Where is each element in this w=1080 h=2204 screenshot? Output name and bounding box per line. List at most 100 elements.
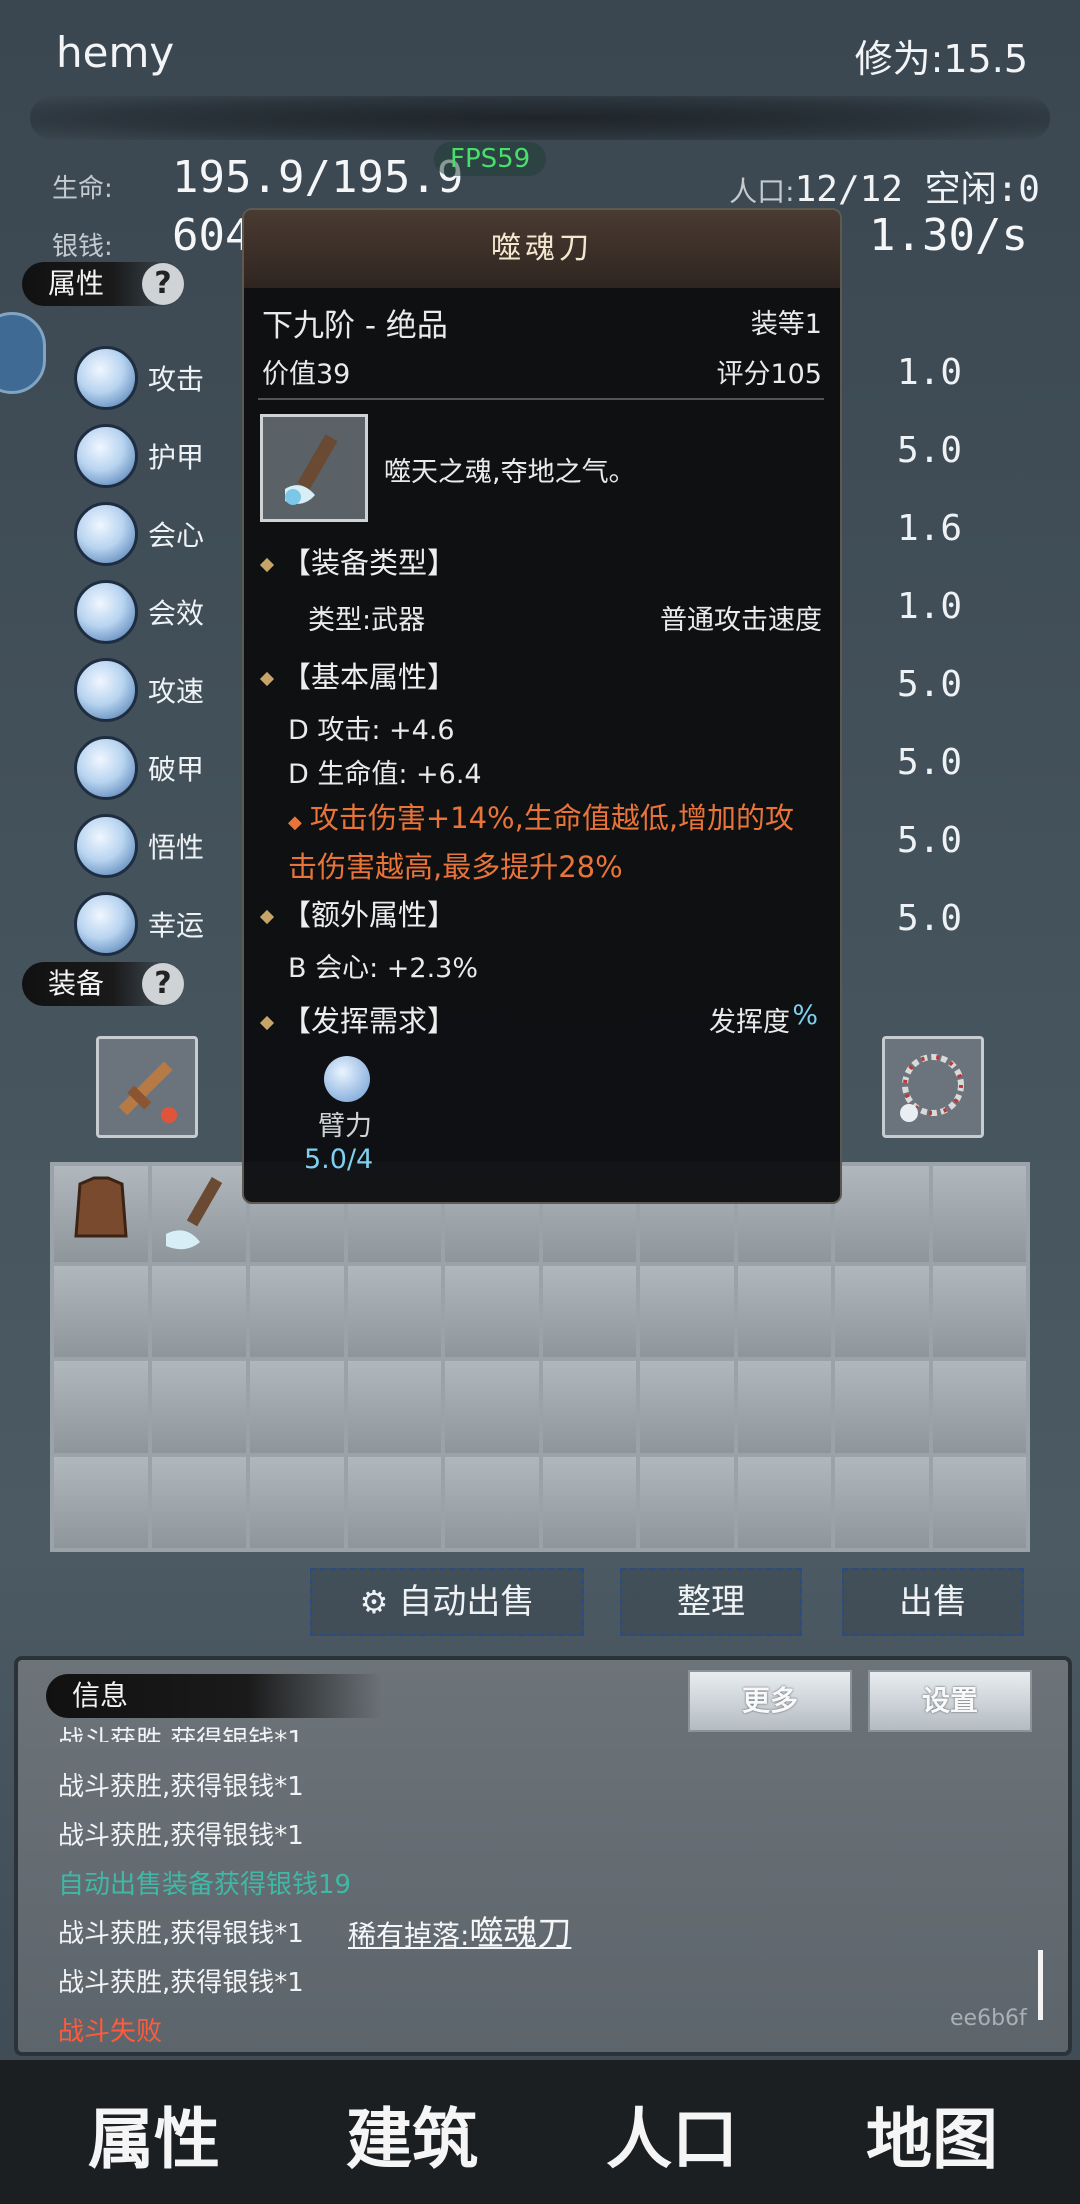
- nav-population[interactable]: 人口: [606, 2086, 738, 2182]
- prayer-beads-icon: [900, 1054, 964, 1122]
- tooltip-extra-crit: B 会心: +2.3%: [288, 953, 479, 984]
- diamond-icon: [259, 1015, 275, 1031]
- equipment-help-icon[interactable]: ?: [142, 963, 184, 1005]
- inventory-slot[interactable]: [735, 1359, 833, 1455]
- inventory-slot[interactable]: [52, 1264, 150, 1360]
- inventory-slot[interactable]: [540, 1264, 638, 1360]
- inventory-slot[interactable]: [833, 1359, 931, 1455]
- inventory-slot[interactable]: [930, 1454, 1028, 1550]
- tooltip-value: 价值39: [262, 359, 351, 390]
- diamond-icon: [259, 557, 275, 573]
- diamond-icon: [259, 671, 275, 687]
- population-label: 人口:: [729, 175, 795, 208]
- tooltip-basic-life: D 生命值: +6.4: [288, 759, 482, 790]
- equip-slot-weapon[interactable]: [96, 1036, 198, 1138]
- inventory-slot[interactable]: [833, 1264, 931, 1360]
- target-icon: [74, 502, 138, 566]
- equip-slot-accessory[interactable]: [882, 1036, 984, 1138]
- inventory-slot[interactable]: [150, 1454, 248, 1550]
- inventory-slot[interactable]: [540, 1359, 638, 1455]
- inventory-slot[interactable]: [930, 1164, 1028, 1264]
- message-line: 战斗获胜,获得银钱*1: [58, 1968, 304, 1998]
- message-line: 战斗获胜,获得银钱*1: [58, 1821, 304, 1851]
- attribute-value: 1.0: [896, 352, 962, 393]
- req-value: 5.0/4: [304, 1144, 374, 1175]
- inventory-slot[interactable]: [443, 1454, 541, 1550]
- inventory-slot[interactable]: [345, 1454, 443, 1550]
- inventory-slot[interactable]: [345, 1264, 443, 1360]
- rate-value: 1.30/s: [869, 210, 1028, 261]
- sec-requirements-label: 【发挥需求】: [282, 1004, 457, 1038]
- item-tooltip: 噬魂刀 下九阶 - 绝品 装等1 价值39 评分105 噬天之魂,夺地之气。 【…: [242, 208, 842, 1204]
- inventory-slot[interactable]: [638, 1264, 736, 1360]
- tooltip-score: 评分105: [716, 359, 822, 390]
- auto-sell-button[interactable]: ⚙ 自动出售: [310, 1568, 584, 1636]
- inventory-slot[interactable]: [540, 1454, 638, 1550]
- population-value: 12/12 空闲:0: [794, 169, 1040, 210]
- wooden-sword-icon: [118, 1061, 177, 1123]
- tooltip-special-text: 攻击伤害+14%,生命值越低,增加的攻击伤害越高,最多提升28%: [288, 801, 795, 884]
- message-line: 自动出售装备获得银钱19: [58, 1870, 352, 1900]
- tooltip-divider: [258, 398, 824, 400]
- message-line: 战斗失败: [58, 2017, 163, 2047]
- orange-diamond-icon: ◆: [288, 812, 302, 833]
- inventory-slot[interactable]: [833, 1454, 931, 1550]
- stat-label: 悟性: [148, 831, 205, 864]
- inventory-slot[interactable]: [52, 1359, 150, 1455]
- sec-extra-attrs-label: 【额外属性】: [282, 898, 457, 932]
- inventory-slot[interactable]: [443, 1264, 541, 1360]
- sec-equip-type: 【装备类型】: [259, 540, 457, 582]
- ink-divider: [30, 96, 1050, 140]
- stat-label: 攻击: [148, 363, 205, 396]
- sort-button[interactable]: 整理: [620, 1568, 802, 1636]
- sword-icon: [74, 346, 138, 410]
- inventory-slot[interactable]: [150, 1264, 248, 1360]
- speed-icon: [74, 658, 138, 722]
- inventory-slot[interactable]: [833, 1164, 931, 1264]
- more-button[interactable]: 更多: [688, 1670, 852, 1732]
- level-badge[interactable]: [0, 312, 46, 394]
- inventory-slot[interactable]: [248, 1264, 346, 1360]
- stat-label: 破甲: [148, 753, 205, 786]
- star-icon: [74, 814, 138, 878]
- stat-label: 会心: [148, 519, 205, 552]
- inventory-slot[interactable]: [930, 1264, 1028, 1360]
- inventory-slot[interactable]: [150, 1359, 248, 1455]
- inventory-slot[interactable]: [638, 1359, 736, 1455]
- inventory-slot[interactable]: [52, 1164, 150, 1264]
- inventory-slot[interactable]: [248, 1359, 346, 1455]
- nav-map[interactable]: 地图: [866, 2086, 998, 2182]
- sec-basic-attrs: 【基本属性】: [259, 654, 457, 696]
- rare-drop-link[interactable]: 稀有掉落:噬魂刀: [348, 1906, 571, 1955]
- inventory-slot[interactable]: [735, 1264, 833, 1360]
- scrollbar[interactable]: [1038, 1950, 1043, 2020]
- tooltip-item-frame: [260, 414, 368, 522]
- tooltip-description: 噬天之魂,夺地之气。: [384, 457, 636, 488]
- inventory-grid: [50, 1162, 1030, 1552]
- armor-break-icon: [74, 736, 138, 800]
- inventory-slot[interactable]: [638, 1454, 736, 1550]
- inventory-slot[interactable]: [930, 1359, 1028, 1455]
- inventory-slot[interactable]: [150, 1164, 248, 1264]
- sec-basic-attrs-label: 【基本属性】: [282, 660, 457, 694]
- nav-attributes[interactable]: 属性: [88, 2086, 220, 2182]
- inventory-slot[interactable]: [52, 1454, 150, 1550]
- soul-blade-icon: [166, 1177, 223, 1250]
- sec-extra-attrs: 【额外属性】: [259, 892, 457, 934]
- nav-buildings[interactable]: 建筑: [346, 2086, 478, 2182]
- inventory-slot[interactable]: [345, 1359, 443, 1455]
- inventory-slot[interactable]: [248, 1454, 346, 1550]
- inventory-slot[interactable]: [443, 1359, 541, 1455]
- sec-equip-type-label: 【装备类型】: [282, 546, 457, 580]
- leather-armor-icon: [74, 1176, 128, 1238]
- tooltip-basic-attack: D 攻击: +4.6: [288, 715, 455, 746]
- attributes-help-icon[interactable]: ?: [142, 263, 184, 305]
- settings-button[interactable]: 设置: [868, 1670, 1032, 1732]
- rare-drop-item: 噬魂刀: [469, 1914, 572, 1954]
- inventory-slot[interactable]: [735, 1454, 833, 1550]
- tooltip-special: ◆ 攻击伤害+14%,生命值越低,增加的攻击伤害越高,最多提升28%: [288, 796, 818, 889]
- attribute-value: 5.0: [896, 898, 962, 939]
- stat-label: 护甲: [148, 441, 205, 474]
- tooltip-title: 噬魂刀: [244, 210, 840, 288]
- sell-button[interactable]: 出售: [842, 1568, 1024, 1636]
